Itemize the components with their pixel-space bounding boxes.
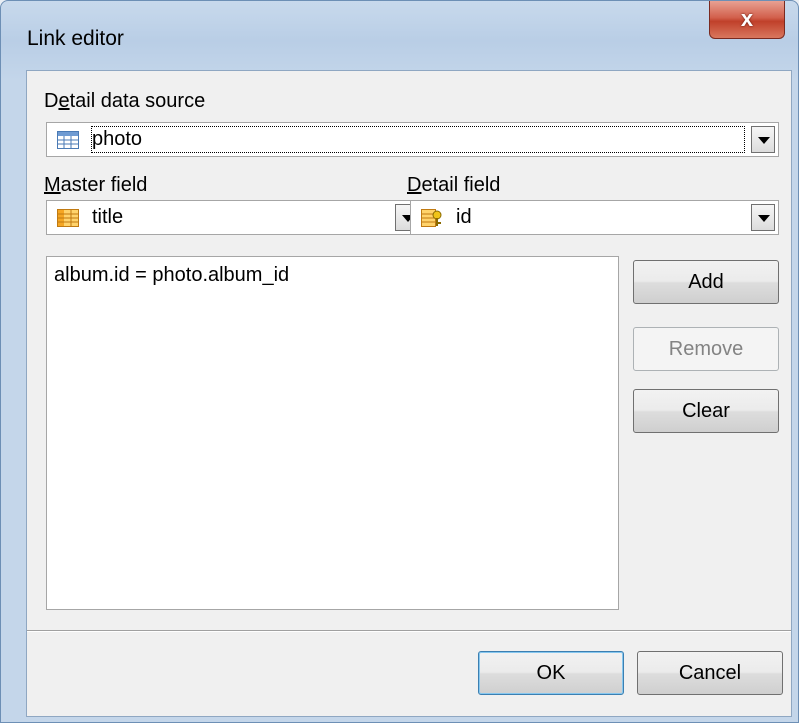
table-icon <box>57 131 79 149</box>
clear-button[interactable]: Clear <box>633 389 779 433</box>
master-field-value: title <box>92 206 124 228</box>
focus-rectangle <box>91 126 745 153</box>
cancel-button[interactable]: Cancel <box>637 651 783 695</box>
list-item[interactable]: album.id = photo.album_id <box>54 264 289 287</box>
close-button[interactable]: x <box>709 1 785 39</box>
add-button[interactable]: Add <box>633 260 779 304</box>
window-title: Link editor <box>27 27 124 50</box>
field-list-icon <box>57 209 79 227</box>
links-listbox[interactable]: album.id = photo.album_id <box>46 256 619 610</box>
dialog-body: Detail data source photo Master field ti… <box>26 70 792 717</box>
title-bar[interactable]: Link editor x <box>1 1 798 73</box>
separator <box>27 630 791 632</box>
detail-data-source-combo[interactable]: photo <box>46 122 779 157</box>
key-field-icon <box>421 209 443 227</box>
detail-data-source-label: Detail data source <box>44 90 206 112</box>
remove-button[interactable]: Remove <box>633 327 779 371</box>
ok-button[interactable]: OK <box>478 651 624 695</box>
detail-field-combo[interactable]: id <box>410 200 779 235</box>
link-editor-dialog: Link editor x Detail data source photo M… <box>0 0 799 723</box>
chevron-down-icon[interactable] <box>751 126 775 153</box>
detail-field-label: Detail field <box>407 174 501 196</box>
master-field-combo[interactable]: title <box>46 200 423 235</box>
detail-field-value: id <box>456 206 472 228</box>
chevron-down-icon[interactable] <box>751 204 775 231</box>
master-field-label: Master field <box>44 174 148 196</box>
close-icon: x <box>740 6 754 31</box>
